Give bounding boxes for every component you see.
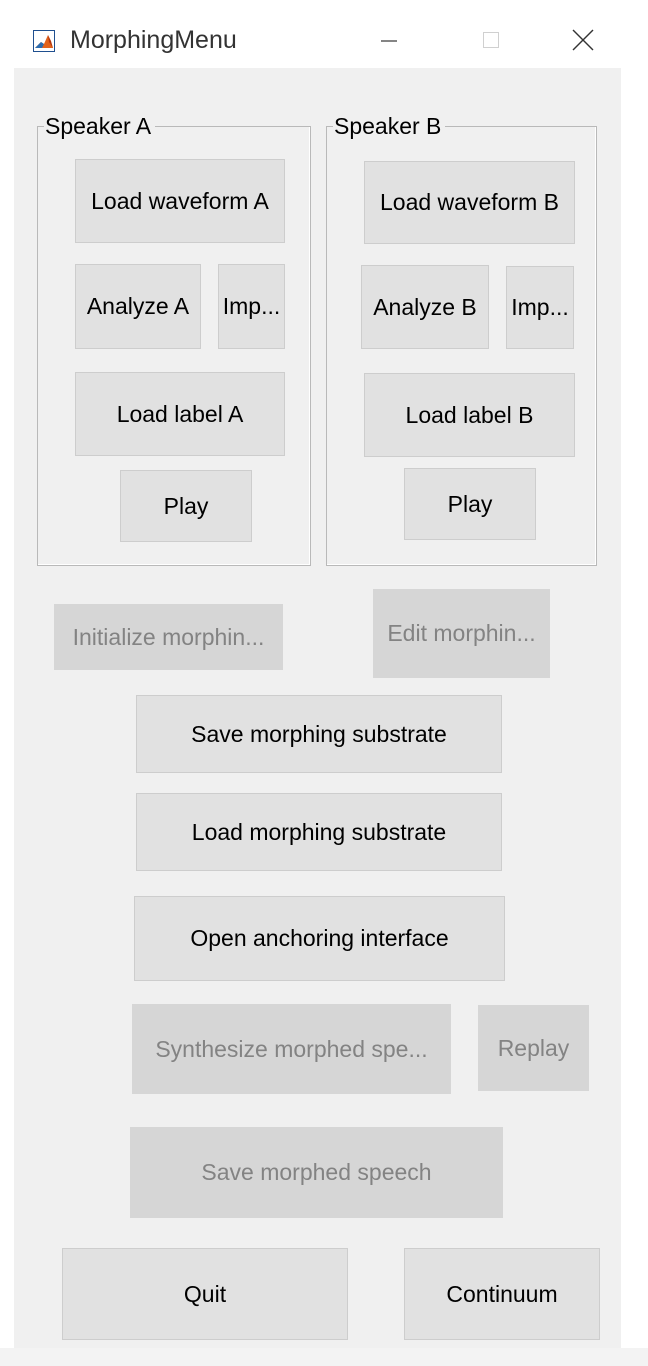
close-icon — [572, 29, 594, 51]
quit-button[interactable]: Quit — [62, 1248, 348, 1340]
analyze-b-button[interactable]: Analyze B — [361, 265, 489, 349]
title-bar[interactable]: MorphingMenu — [0, 0, 648, 68]
load-label-a-button[interactable]: Load label A — [75, 372, 285, 456]
morphing-menu-window: MorphingMenu Speaker A Speaker B Load wa… — [0, 0, 648, 1366]
synthesize-morphed-speech-button[interactable]: Synthesize morphed spe... — [132, 1004, 451, 1094]
play-a-button[interactable]: Play — [120, 470, 252, 542]
save-morphed-speech-button[interactable]: Save morphed speech — [130, 1127, 503, 1218]
close-button[interactable] — [563, 20, 603, 60]
minimize-button[interactable] — [369, 20, 409, 60]
initialize-morphing-button[interactable]: Initialize morphin... — [54, 604, 283, 670]
maximize-button[interactable] — [471, 20, 511, 60]
import-a-button[interactable]: Imp... — [218, 264, 285, 349]
import-b-button[interactable]: Imp... — [506, 266, 574, 349]
open-anchoring-interface-button[interactable]: Open anchoring interface — [134, 896, 505, 981]
maximize-icon — [483, 32, 499, 48]
replay-button[interactable]: Replay — [478, 1005, 589, 1091]
window-title: MorphingMenu — [70, 26, 237, 54]
continuum-button[interactable]: Continuum — [404, 1248, 600, 1340]
load-label-b-button[interactable]: Load label B — [364, 373, 575, 457]
speaker-a-title: Speaker A — [44, 113, 156, 139]
load-morphing-substrate-button[interactable]: Load morphing substrate — [136, 793, 502, 871]
edit-morphing-button[interactable]: Edit morphin... — [373, 589, 550, 678]
speaker-b-title: Speaker B — [333, 113, 446, 139]
content-area: Speaker A Speaker B Load waveform A Anal… — [14, 68, 621, 1348]
play-b-button[interactable]: Play — [404, 468, 536, 540]
analyze-a-button[interactable]: Analyze A — [75, 264, 201, 349]
minimize-icon — [381, 40, 397, 42]
window-bottom-edge — [0, 1348, 648, 1366]
load-waveform-a-button[interactable]: Load waveform A — [75, 159, 285, 243]
save-morphing-substrate-button[interactable]: Save morphing substrate — [136, 695, 502, 773]
load-waveform-b-button[interactable]: Load waveform B — [364, 161, 575, 244]
matlab-icon — [33, 30, 55, 52]
